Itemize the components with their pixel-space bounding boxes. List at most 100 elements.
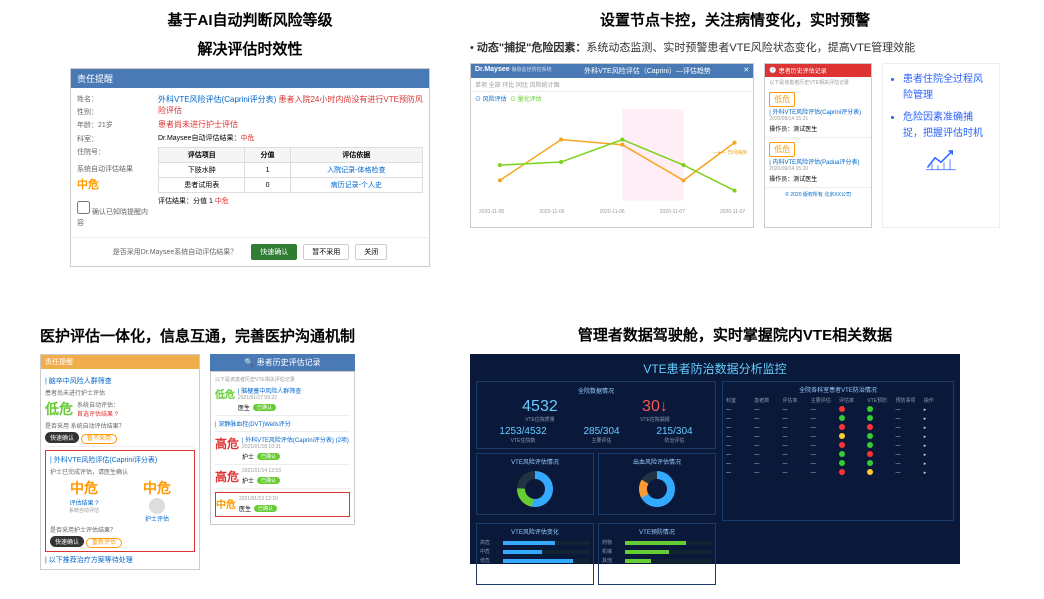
brand-sub: 静脉血栓防控系统 [512,67,552,73]
skip-button[interactable]: 暂不采用 [81,434,117,444]
redo-button[interactable]: 重新评估 [86,538,122,548]
reminder-panel: 责任提醒 | 脑卒中风险人群筛查 患者尚未进行护士评估 低危 系统自动评估： 首… [40,354,200,570]
th: 预防事项 [896,397,922,404]
pie-chart-2: 出血风险评估情况 [598,453,716,515]
pb-role: 护士 [242,476,254,485]
bar-chart-1: VTE风险评估变化 高危 中危 低危 [476,523,594,585]
table-row[interactable]: —————▸ [726,469,950,477]
first-link[interactable]: 首选评估结果 ? [77,409,119,418]
risk-mid-1: 中危 [69,478,99,498]
risk-badge-low: 低危 [769,92,795,107]
table-row[interactable]: —————▸ [726,442,950,450]
chart-title: 外科VTE风险评估（Caprini）—评估趋势 [584,66,711,76]
close-icon[interactable]: ✕ [743,66,749,76]
td-link[interactable]: 入院记录-体格检查 [290,163,422,178]
history-panel-b: 患者历史评估记录 以下是该患者历史VTE相关评估记录 低危| 脑梗塞中风险人群筛… [210,354,355,570]
stat-sub: VTE住院漏报 [640,416,670,423]
bullet-text: 系统动态监测、实时预警患者VTE风险状态变化，提高VTE管理效能 [586,42,915,54]
th: 患者数 [754,397,780,404]
table-row[interactable]: —————▸ [726,460,950,468]
pa-q2: 是否采用护士评估结果？ [50,525,190,534]
skip-button[interactable]: 暂不采用 [303,244,349,260]
confirm-checkbox[interactable] [77,201,90,214]
confirm-button[interactable]: 快速确认 [251,244,297,260]
pa-sec3-title[interactable]: | 以下推荐治疗方案等待处理 [45,555,195,565]
card-hdr: 全院数据情况 [481,386,711,395]
hist-title: 患者历史评估记录 [779,66,827,75]
result-risk: 中危 [240,135,254,142]
s2-bullet: • 动态"捕捉"危险因素：系统动态监测、实时预警患者VTE风险状态变化，提高VT… [470,39,1000,55]
bed-label: 住院号： [77,147,152,158]
sys-auto: 系统自动评估 [69,507,99,514]
tab-risk[interactable]: ⊙ 风险评估 [475,97,507,103]
history-panel: 🕐患者历史评估记录 以下是该患者历史VTE相关评估记录 低危 | 外科VTE风险… [764,63,872,228]
pb-item-highlighted[interactable]: 中危2021/01/13 12:10医生已确认 [215,492,350,517]
hist-item[interactable]: 低危 | 内科VTE风险评估(Padua评分表) 2020/09/14 15:2… [765,138,871,188]
td: 1 [245,163,290,178]
assess-table: 评估项目分值评估依据 下肢水肿1入院记录-体格检查 患者试用表0病历记录-个人史 [158,147,423,193]
pb-role: 医生 [238,403,250,412]
bar-hdr: VTE预防情况 [602,527,712,536]
close-button[interactable]: 关闭 [355,244,387,260]
sum-risk: 中危 [215,198,229,205]
th1: 评估项目 [159,148,245,163]
brand: Dr.Maysee [475,66,510,73]
hist-role: 操作员：测试医生 [769,124,867,133]
stat-big1: 4532 [522,398,558,416]
table-row[interactable]: —————▸ [726,433,950,441]
pb-item[interactable]: 高危| 外科VTE风险评估(Caprini评分表) (2项)2021/01/18… [215,432,350,465]
table-row[interactable]: —————▸ [726,406,950,414]
trend-chart-panel: Dr.Maysee 静脉血栓防控系统 外科VTE风险评估（Caprini）—评估趋… [470,63,754,228]
sum-val: 1 [209,198,213,205]
warn-link[interactable]: 外科VTE风险评估(Caprini评分表) [158,95,276,104]
footer-question: 是否采用Dr.Maysee系统自动评估结果？ [113,247,237,257]
warn2: 患者尚未进行护士评估 [158,119,423,130]
chart-legend: —●— 日间病房 [713,149,747,156]
hist-label: | 内科VTE风险评估(Padua评分表) [769,157,867,166]
pie-hdr: 出血风险评估情况 [602,457,712,466]
tab-quant[interactable]: ⊙ 量化评估 [510,97,542,103]
hist-role: 操作员：测试医生 [769,174,867,183]
hist-item[interactable]: 低危 | 外科VTE风险评估(Caprini评分表) 2020/09/14 15… [765,88,871,138]
x-tick: 2020-11-06 [539,209,564,215]
gender-label: 性别： [77,107,152,118]
pb-item[interactable]: 高危2021/01/14 12:53护士已确认 [215,465,350,489]
table-row[interactable]: —————▸ [726,415,950,423]
hist-label: | 外科VTE风险评估(Caprini评分表) [769,107,867,116]
table-row[interactable]: —————▸ [726,424,950,432]
pb-date: 2021/01/14 12:53 [242,468,281,474]
risk-dialog: 责任提醒 姓名： 性别： 年龄：21岁 科室： 住院号： 系统自动评估结果 中危… [70,68,430,267]
search-icon[interactable] [244,358,254,367]
nurse-link[interactable]: 护士评估 [143,514,171,523]
pb-item[interactable]: 低危| 脑梗塞中风险人群筛查2021/01/17 09:22医生已确认 [215,383,350,416]
sys-label: 系统自动评估： [77,400,119,409]
stat-n: 1253/4532 [499,426,546,437]
hist-date: 2020/09/14 15:21 [769,116,867,122]
done-badge: 已确认 [257,453,280,460]
clock-icon: 🕐 [769,67,776,74]
s1-heading-1: 基于AI自动判断风险等级 [70,10,430,31]
th: 评估率 [839,397,865,404]
pa-sec2-title[interactable]: | 外科VTE风险评估(Caprini评分表) [50,455,190,465]
info-1: 患者住院全过程风险管理 [903,72,991,104]
pb-note: 以下是该患者历史VTE相关评估记录 [215,376,350,383]
table-row[interactable]: —————▸ [726,451,950,459]
td-link[interactable]: 病历记录-个人史 [290,178,422,193]
result-link[interactable]: 评估结果 ? [69,498,99,507]
pb-header: 患者历史评估记录 [257,358,321,367]
fast-confirm-button[interactable]: 快速确认 [45,432,79,443]
hist-note: 以下是该患者历史VTE相关评估记录 [765,77,871,88]
fast-confirm-button-2[interactable]: 快速确认 [50,536,84,547]
sum-label: 评估结果：分值 [158,198,207,205]
sys-result-label: 系统自动评估结果 [77,164,152,175]
pb-label: | 深静脉血栓(DVT)Wells评分 [215,419,350,428]
chart-icon [926,148,956,172]
td: 下肢水肿 [159,163,245,178]
pa-sec1-title[interactable]: | 脑卒中风险人群筛查 [45,376,195,386]
pb-date: 2021/01/13 12:10 [239,496,278,502]
chart-subtabs[interactable]: 单项 全部 环比 同比 风险统计图 [471,78,753,92]
pb-item[interactable]: | 深静脉血栓(DVT)Wells评分 [215,416,350,432]
th: 操作 [924,397,950,404]
highlighted-section: | 外科VTE风险评估(Caprini评分表) 护士已完成评估，请医生确认 中危… [45,450,195,552]
risk-low: 低危 [215,386,235,412]
